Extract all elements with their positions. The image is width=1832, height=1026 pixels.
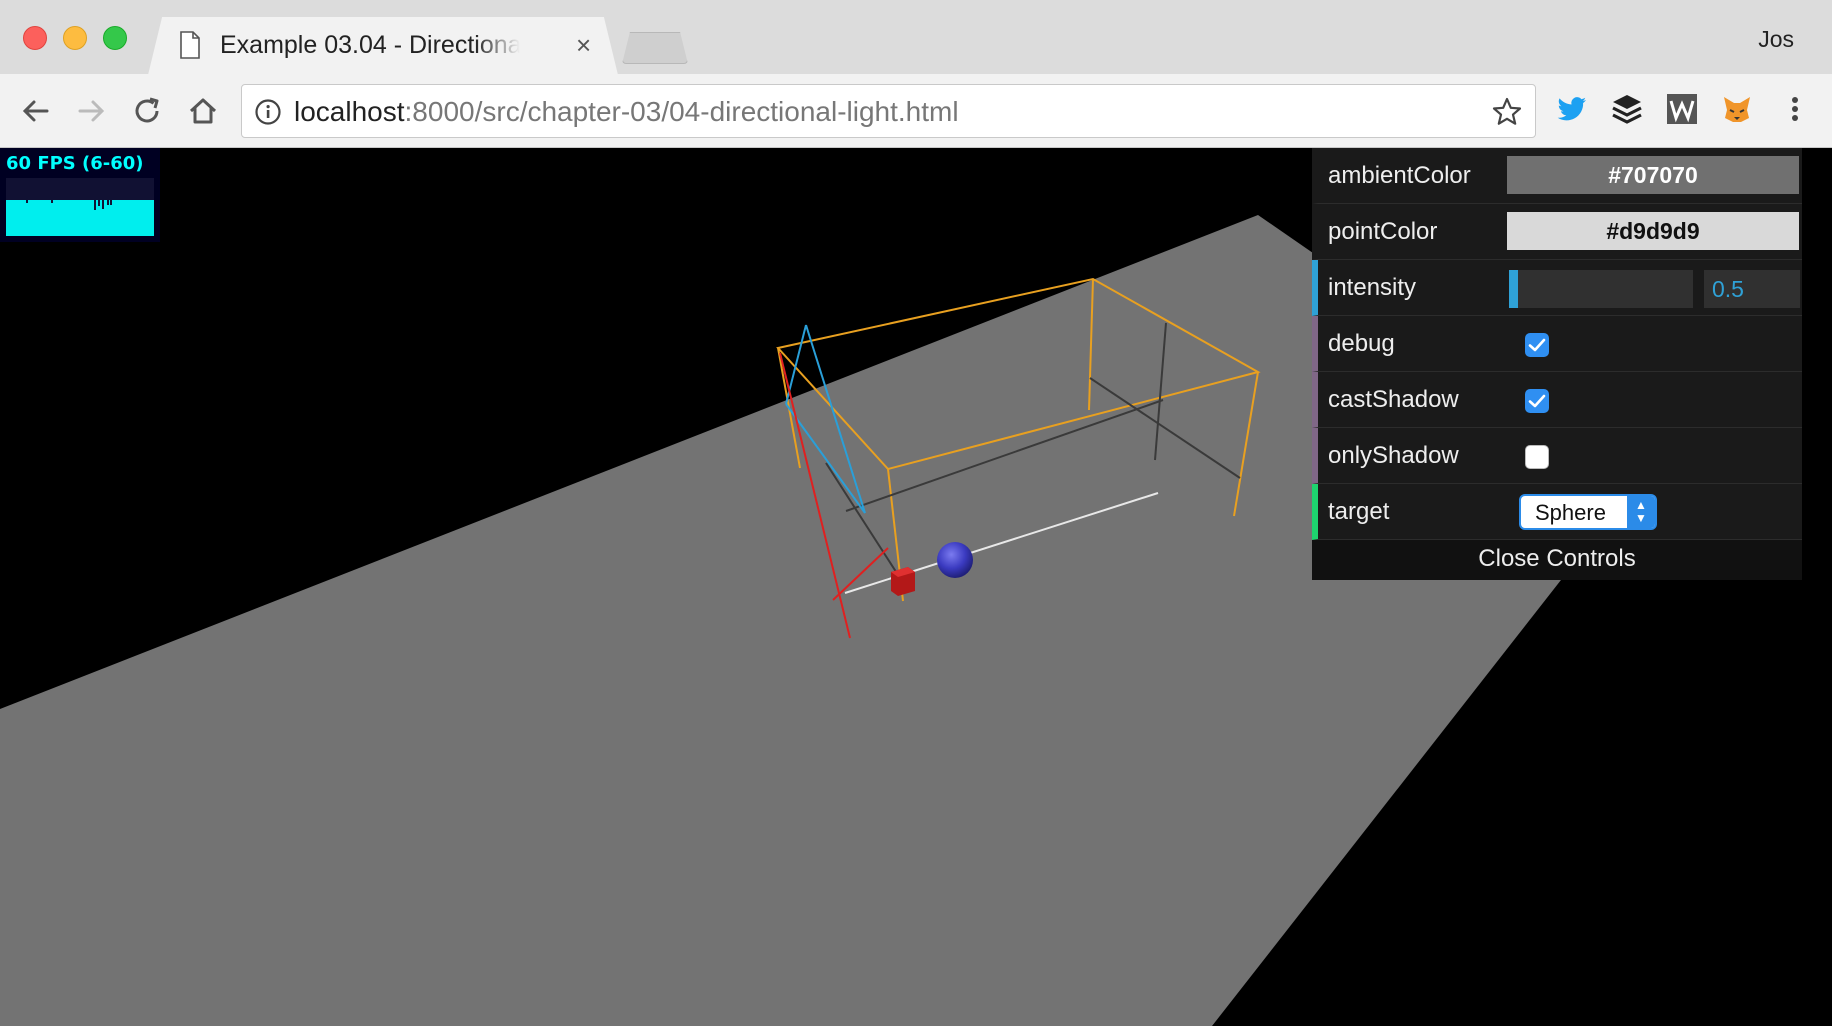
url-text[interactable]: localhost:8000/src/chapter-03/04-directi…: [294, 96, 959, 128]
target-label: target: [1328, 498, 1390, 525]
cast-shadow-label: castShadow: [1328, 386, 1459, 413]
intensity-slider[interactable]: [1509, 270, 1693, 308]
zoom-window-button[interactable]: [103, 26, 127, 50]
cast-shadow-checkbox[interactable]: [1525, 389, 1549, 413]
window-titlebar: Example 03.04 - Directional Light × Jos: [0, 0, 1832, 75]
reload-button[interactable]: [130, 94, 164, 128]
document-icon: [180, 31, 200, 59]
back-button[interactable]: [19, 94, 53, 128]
only-shadow-row: onlyShadow: [1312, 428, 1802, 484]
point-color-row: pointColor #d9d9d9: [1312, 204, 1802, 260]
home-icon: [189, 98, 217, 124]
kebab-menu-icon[interactable]: [1780, 92, 1810, 126]
forward-button[interactable]: [74, 94, 108, 128]
controls-panel: ambientColor #707070 pointColor #d9d9d9 …: [1312, 148, 1802, 580]
buffer-stack-icon[interactable]: [1610, 92, 1644, 126]
sphere-mesh: [937, 542, 973, 578]
cube-mesh: [891, 567, 915, 596]
select-arrows-icon: ▲ ▼: [1627, 496, 1655, 528]
back-arrow-icon: [22, 100, 49, 122]
only-shadow-checkbox[interactable]: [1525, 445, 1549, 469]
debug-label: debug: [1328, 330, 1395, 357]
profile-button[interactable]: Jos: [1758, 26, 1794, 53]
info-icon[interactable]: [254, 98, 282, 126]
url-host: localhost: [294, 96, 405, 127]
intensity-label: intensity: [1328, 274, 1417, 301]
reload-icon: [135, 97, 159, 123]
fps-graph: [6, 178, 154, 236]
intensity-row: intensity 0.5: [1312, 260, 1802, 316]
checkmark-icon: [1528, 394, 1546, 408]
point-color-label: pointColor: [1328, 218, 1438, 245]
browser-toolbar: localhost:8000/src/chapter-03/04-directi…: [0, 74, 1832, 148]
fps-readout: 60 FPS (6-60): [6, 153, 144, 174]
minimize-window-button[interactable]: [63, 26, 87, 50]
target-row: target Sphere ▲ ▼: [1312, 484, 1802, 540]
ambient-color-label: ambientColor: [1328, 162, 1471, 189]
intensity-input[interactable]: 0.5: [1704, 270, 1800, 308]
debug-row: debug: [1312, 316, 1802, 372]
tab-title: Example 03.04 - Directional Light: [220, 31, 520, 59]
fox-icon[interactable]: [1720, 92, 1754, 126]
close-controls-button[interactable]: Close Controls: [1312, 540, 1802, 580]
twitter-icon[interactable]: [1555, 92, 1589, 126]
checkmark-icon: [1528, 338, 1546, 352]
fps-graph-bars: [6, 196, 154, 236]
target-select[interactable]: Sphere ▲ ▼: [1519, 494, 1657, 530]
address-bar[interactable]: localhost:8000/src/chapter-03/04-directi…: [241, 84, 1536, 138]
forward-arrow-icon: [78, 100, 105, 122]
stats-panel[interactable]: 60 FPS (6-60): [0, 148, 160, 242]
target-selected-value: Sphere: [1535, 500, 1606, 525]
tab-close-button[interactable]: ×: [576, 31, 591, 59]
intensity-slider-fill: [1509, 270, 1519, 308]
ambient-color-row: ambientColor #707070: [1312, 148, 1802, 204]
home-button[interactable]: [186, 94, 220, 128]
wikipedia-w-icon[interactable]: [1665, 92, 1699, 126]
browser-tab-active[interactable]: Example 03.04 - Directional Light ×: [148, 17, 618, 75]
new-tab-button[interactable]: [622, 32, 688, 64]
close-window-button[interactable]: [23, 26, 47, 50]
debug-checkbox[interactable]: [1525, 333, 1549, 357]
only-shadow-label: onlyShadow: [1328, 442, 1459, 469]
url-path: :8000/src/chapter-03/04-directional-ligh…: [404, 96, 959, 127]
point-color-input[interactable]: #d9d9d9: [1507, 212, 1799, 250]
cast-shadow-row: castShadow: [1312, 372, 1802, 428]
ambient-color-input[interactable]: #707070: [1507, 156, 1799, 194]
star-icon[interactable]: [1491, 96, 1523, 128]
